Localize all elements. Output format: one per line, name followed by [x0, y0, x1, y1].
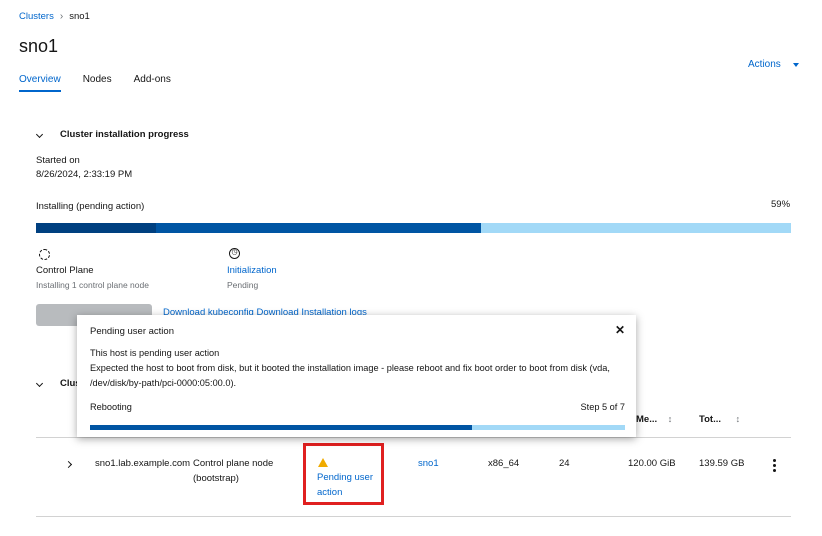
tab-overview[interactable]: Overview	[19, 74, 61, 92]
breadcrumb-clusters-link[interactable]: Clusters	[19, 11, 54, 22]
popover-title: Pending user action	[90, 326, 174, 337]
table-row-divider	[36, 516, 791, 517]
column-memory-label: Me...	[636, 414, 658, 425]
host-disk: 139.59 GB	[699, 458, 745, 469]
progress-section-heading: Cluster installation progress	[60, 129, 189, 140]
table-header-divider	[36, 437, 791, 438]
install-percent: 59%	[771, 199, 791, 210]
host-hostname: sno1.lab.example.com	[95, 458, 191, 469]
started-on-value: 8/26/2024, 2:33:19 PM	[36, 169, 133, 180]
column-total-label: Tot...	[699, 414, 721, 425]
step-initialization-subtitle: Pending	[227, 280, 259, 290]
popover-line-1: This host is pending user action	[90, 348, 220, 358]
host-memory: 120.00 GiB	[628, 458, 676, 469]
sort-icon: ↕	[735, 414, 741, 424]
host-cores: 24	[559, 458, 570, 469]
tab-add-ons[interactable]: Add-ons	[134, 74, 171, 92]
page-title: sno1	[19, 36, 59, 56]
started-on-label: Started on	[36, 155, 80, 166]
install-status-label: Installing (pending action)	[36, 201, 145, 212]
popover-step: Step 5 of 7	[580, 402, 625, 412]
popover-status: Rebooting	[90, 402, 132, 412]
breadcrumb-current: sno1	[69, 11, 90, 22]
pending-clock-icon: ◷	[229, 248, 240, 259]
column-header-memory[interactable]: Me... ↕	[636, 414, 672, 425]
chevron-down-icon	[35, 379, 44, 388]
host-arch: x86_64	[488, 458, 520, 469]
step-initialization-link[interactable]: Initialization	[227, 265, 277, 276]
close-icon[interactable]: ✕	[615, 323, 625, 337]
hosts-section-toggle[interactable]	[35, 378, 44, 389]
row-kebab-menu[interactable]	[773, 459, 776, 472]
host-cluster-link[interactable]: sno1	[418, 456, 439, 471]
popover-line-2: Expected the host to boot from disk, but…	[90, 363, 610, 388]
actions-dropdown[interactable]: Actions	[748, 59, 799, 70]
breadcrumb: Clusters › sno1	[19, 11, 90, 22]
install-progress-segment	[36, 223, 156, 233]
column-header-total[interactable]: Tot... ↕	[699, 414, 740, 425]
install-progress-bar	[36, 223, 791, 233]
step-control-plane-subtitle: Installing 1 control plane node	[36, 280, 149, 290]
actions-label: Actions	[748, 59, 781, 70]
host-role: Control plane node (bootstrap)	[193, 458, 274, 484]
popover-progress-fill	[90, 425, 472, 430]
pending-action-popover: Pending user action ✕ This host is pendi…	[77, 315, 636, 437]
tab-bar: Overview Nodes Add-ons	[19, 74, 171, 92]
sort-icon: ↕	[667, 414, 673, 424]
caret-down-icon	[792, 62, 799, 67]
chevron-right-icon	[64, 460, 73, 469]
popover-body: This host is pending user action Expecte…	[90, 346, 620, 391]
chevron-right-icon: ›	[59, 11, 64, 22]
progress-section-toggle[interactable]	[35, 129, 44, 140]
spinner-icon	[39, 249, 50, 260]
download-links-partial[interactable]: Download kubeconfig Download Installatio…	[163, 307, 373, 315]
chevron-down-icon	[35, 130, 44, 139]
popover-progress-bar	[90, 425, 625, 430]
row-expand-toggle[interactable]	[64, 459, 73, 470]
status-highlight-box	[303, 443, 384, 505]
tab-nodes[interactable]: Nodes	[83, 74, 112, 92]
step-control-plane-title: Control Plane	[36, 265, 94, 276]
